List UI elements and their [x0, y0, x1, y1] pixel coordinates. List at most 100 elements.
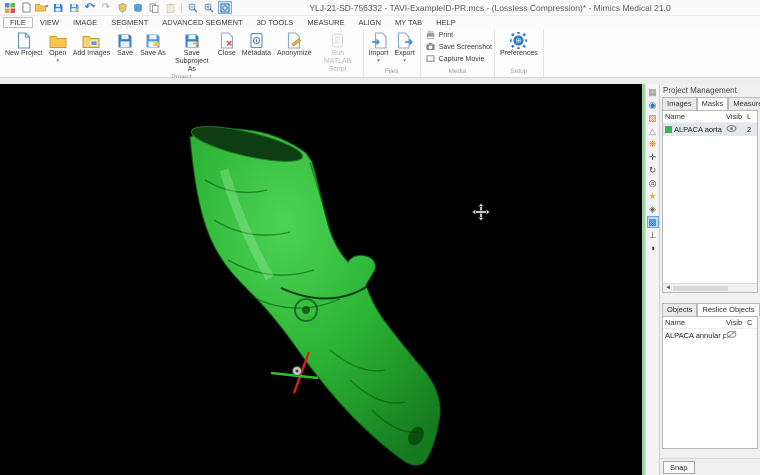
- tab-masks[interactable]: Masks: [696, 97, 729, 110]
- tab-objects[interactable]: Objects: [662, 303, 698, 316]
- contrast-icon[interactable]: ◑: [647, 242, 659, 254]
- menu-measure[interactable]: MEASURE: [300, 17, 351, 28]
- tab-reslice-objects[interactable]: Reslice Objects: [697, 303, 760, 316]
- object-row-alpaca-annular-plane[interactable]: ALPACA annular pla...: [663, 329, 757, 342]
- menu-view[interactable]: VIEW: [33, 17, 66, 28]
- mask-color-swatch[interactable]: [665, 126, 672, 133]
- lower-tabs: Objects Reslice Objects: [660, 303, 760, 316]
- flower-icon[interactable]: ❋: [647, 138, 659, 150]
- menu-advanced-segment[interactable]: ADVANCED SEGMENT: [155, 17, 249, 28]
- export-button[interactable]: Export: [391, 30, 417, 64]
- visibility-diamond-icon[interactable]: ◈: [647, 203, 659, 215]
- objects-header: Name Visib C: [663, 317, 757, 329]
- close-button[interactable]: Close: [215, 30, 239, 58]
- reslice-objects-list: Name Visib C ALPACA annular pla...: [662, 316, 758, 449]
- layout-grid-icon[interactable]: ▦: [647, 86, 659, 98]
- open-caret-icon: ▾: [45, 4, 49, 10]
- tab-measurements[interactable]: Measurements: [728, 97, 760, 110]
- ribbon-group-project: New Project Open Add Images Save Save As: [0, 29, 364, 81]
- undo-icon[interactable]: ↶ ▾: [83, 1, 97, 14]
- save-subproject-as-button[interactable]: Save Subproject As: [169, 30, 215, 73]
- menu-bar: FILE VIEW IMAGE SEGMENT ADVANCED SEGMENT…: [0, 16, 760, 29]
- zoom-sphere-icon[interactable]: ◉: [647, 99, 659, 111]
- anonymize-quick-icon[interactable]: [115, 1, 129, 14]
- scroll-left-icon[interactable]: ◄: [663, 285, 673, 291]
- group-label-files: Files: [384, 68, 399, 75]
- tab-images[interactable]: Images: [662, 97, 697, 110]
- new-project-quick-icon[interactable]: [19, 1, 33, 14]
- panel-splitter[interactable]: [660, 293, 760, 303]
- app-logo-icon: [3, 1, 17, 14]
- colored-grid-icon[interactable]: ▩: [646, 216, 659, 228]
- splash-icon[interactable]: ★: [647, 190, 659, 202]
- objects-list-empty: [663, 342, 757, 448]
- pan-icon[interactable]: ✛: [647, 151, 659, 163]
- new-project-button[interactable]: New Project: [2, 30, 46, 58]
- snap-button[interactable]: Snap: [663, 460, 695, 474]
- panel-bottom-space: [660, 449, 760, 458]
- menu-segment[interactable]: SEGMENT: [104, 17, 155, 28]
- project-management-panel: Project Management Images Masks Measurem…: [659, 84, 760, 475]
- copy-icon[interactable]: [147, 1, 161, 14]
- save-as-icon: [145, 31, 161, 49]
- menu-image[interactable]: IMAGE: [66, 17, 104, 28]
- rotate-icon[interactable]: ↻: [647, 164, 659, 176]
- anonymize-button[interactable]: Anonymize: [274, 30, 315, 58]
- open-icon: [49, 31, 67, 49]
- group-label-media: Media: [448, 68, 467, 75]
- menu-file[interactable]: FILE: [3, 17, 33, 28]
- anonymize-icon: [286, 31, 302, 49]
- column-lower: L: [747, 112, 752, 121]
- add-images-button[interactable]: Add Images: [70, 30, 113, 58]
- save-as-quick-icon[interactable]: [67, 1, 81, 14]
- new-project-icon: [16, 31, 31, 49]
- prism-icon[interactable]: △: [647, 125, 659, 137]
- redo-icon: ↷: [101, 2, 111, 13]
- capture-movie-button[interactable]: Capture Movie: [425, 54, 484, 66]
- title-bar: ▾ ↶ ▾ ↷ YLJ-21-SD-756332 - TAVI-ExampleI…: [0, 0, 760, 16]
- gear-icon: [510, 31, 528, 49]
- visible-eye-icon[interactable]: [726, 124, 747, 135]
- masks-list-empty: [663, 136, 757, 283]
- open-button[interactable]: Open: [46, 30, 70, 64]
- menu-my-tab[interactable]: MY TAB: [388, 17, 429, 28]
- metadata-button[interactable]: Metadata: [239, 30, 274, 58]
- orbit-icon[interactable]: ◎: [647, 177, 659, 189]
- paste-icon: [163, 1, 177, 14]
- upper-tabs: Images Masks Measurements: [660, 97, 760, 110]
- masks-horizontal-scrollbar[interactable]: ◄: [663, 283, 757, 292]
- save-as-button[interactable]: Save As: [137, 30, 169, 58]
- import-button[interactable]: Import: [366, 30, 392, 64]
- save-quick-icon[interactable]: [51, 1, 65, 14]
- group-label-setup: Setup: [510, 68, 528, 75]
- quick-access-toolbar: ▾ ↶ ▾ ↷: [0, 1, 232, 14]
- scrollbar-thumb[interactable]: [672, 285, 728, 291]
- zoom-in-icon[interactable]: [202, 1, 216, 14]
- axis-icon[interactable]: ⊥: [647, 229, 659, 241]
- ribbon: New Project Open Add Images Save Save As: [0, 29, 760, 81]
- ribbon-group-files: Import Export Files: [364, 29, 421, 77]
- column-name: Name: [665, 112, 686, 121]
- ribbon-empty-space: [544, 29, 760, 77]
- hidden-eye-icon[interactable]: [726, 330, 747, 341]
- matlab-script-icon: [330, 31, 345, 49]
- mask-row-alpaca-aorta[interactable]: ALPACA aorta 2: [663, 123, 757, 136]
- open-quick-icon[interactable]: ▾: [35, 1, 49, 14]
- workspace: ▦ ◉ ▧ △ ❋ ✛ ↻ ◎ ★ ◈ ▩ ⊥ ◑ Project Manage…: [0, 84, 760, 475]
- preferences-button[interactable]: Preferences: [497, 30, 541, 58]
- save-button[interactable]: Save: [113, 30, 137, 58]
- masks-header: Name Visib L: [663, 111, 757, 123]
- run-matlab-script-button: Run MATLAB Script: [315, 30, 361, 73]
- toolbar-separator: [181, 2, 182, 13]
- close-icon: [219, 31, 234, 49]
- save-subproject-icon: [184, 31, 200, 49]
- view-toolbar: ▦ ◉ ▧ △ ❋ ✛ ↻ ◎ ★ ◈ ▩ ⊥ ◑: [645, 84, 659, 475]
- zoom-out-icon[interactable]: [186, 1, 200, 14]
- add-images-quick-icon[interactable]: [131, 1, 145, 14]
- cube-icon[interactable]: ▧: [647, 112, 659, 124]
- 3d-viewport[interactable]: [0, 84, 642, 475]
- menu-align[interactable]: ALIGN: [352, 17, 389, 28]
- snap-bar: Snap: [660, 458, 760, 475]
- metadata-icon: [249, 31, 264, 49]
- menu-3d-tools[interactable]: 3D TOOLS: [250, 17, 301, 28]
